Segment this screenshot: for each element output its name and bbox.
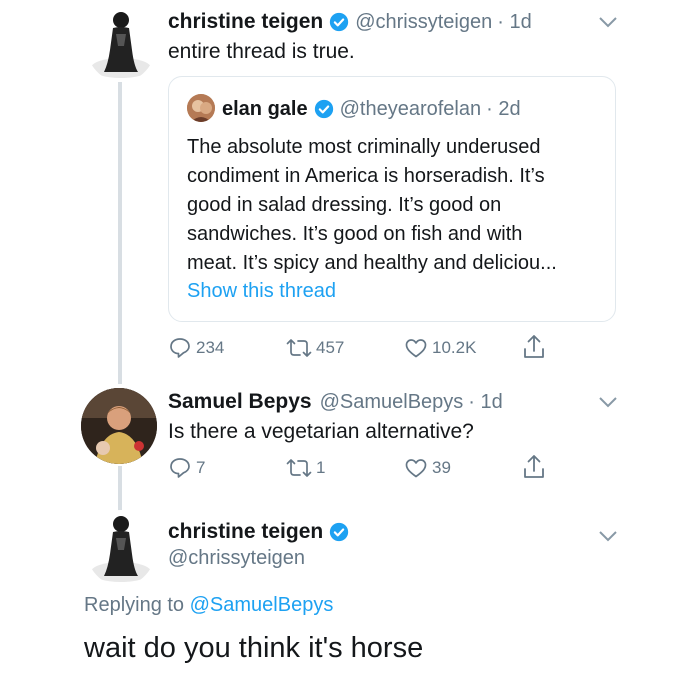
tweet1-text: entire thread is true. bbox=[168, 40, 355, 63]
avatar-samuel[interactable] bbox=[81, 388, 157, 464]
retweet-button[interactable]: 1 bbox=[286, 456, 325, 480]
tweet1-author-name[interactable]: christine teigen bbox=[168, 10, 323, 34]
reply-count: 7 bbox=[196, 458, 206, 477]
tweet2-author-name[interactable]: Samuel Bepys bbox=[168, 390, 312, 414]
avatar-christine[interactable] bbox=[86, 6, 156, 82]
retweet-icon bbox=[286, 339, 312, 357]
quote-timestamp: · 2d bbox=[486, 97, 521, 120]
chevron-down-icon[interactable] bbox=[598, 396, 618, 408]
share-button[interactable] bbox=[522, 454, 550, 480]
reply-count: 234 bbox=[196, 338, 225, 357]
thread-line-1 bbox=[118, 82, 122, 384]
replying-to: Replying to @SamuelBepys bbox=[84, 594, 333, 617]
share-icon bbox=[524, 335, 544, 358]
tweet2-header: Samuel Bepys @SamuelBepys · 1d bbox=[168, 388, 503, 416]
tweet3-header: christine teigen bbox=[168, 518, 355, 546]
retweet-count: 1 bbox=[316, 458, 326, 477]
reply-icon bbox=[170, 338, 190, 358]
reply-button[interactable]: 7 bbox=[168, 456, 205, 480]
avatar-christine[interactable] bbox=[86, 510, 156, 586]
like-count: 39 bbox=[432, 458, 451, 477]
replying-to-handle[interactable]: @SamuelBepys bbox=[190, 594, 334, 617]
share-button[interactable] bbox=[522, 334, 550, 360]
thread-line-2 bbox=[118, 466, 122, 512]
quote-author-handle: @theyearofelan bbox=[339, 97, 482, 120]
show-thread-link[interactable]: Show this thread bbox=[187, 280, 336, 303]
quote-line: The absolute most criminally underused bbox=[187, 136, 541, 158]
tweet2-text: Is there a vegetarian alternative? bbox=[168, 420, 474, 443]
quote-line: condiment in America is horseradish. It’… bbox=[187, 165, 545, 187]
chevron-down-icon[interactable] bbox=[598, 530, 618, 542]
chevron-down-icon[interactable] bbox=[598, 16, 618, 28]
tweet3-author-handle[interactable]: @chrissyteigen bbox=[168, 547, 305, 570]
tweet1-author-handle[interactable]: @chrissyteigen bbox=[355, 11, 492, 34]
quote-line: meat. It’s spicy and healthy and delicio… bbox=[187, 252, 557, 274]
tweet3-text: wait do you think it's horse bbox=[84, 632, 424, 664]
like-icon bbox=[405, 459, 427, 478]
quote-author-name: elan gale bbox=[222, 97, 308, 120]
quote-line: good in salad dressing. It’s good on bbox=[187, 194, 502, 216]
reply-button[interactable]: 234 bbox=[168, 336, 224, 360]
verified-badge-icon bbox=[330, 522, 349, 542]
like-icon bbox=[405, 339, 427, 358]
tweet2-author-handle[interactable]: @SamuelBepys bbox=[320, 391, 464, 414]
reply-icon bbox=[170, 458, 190, 478]
quote-line: sandwiches. It’s good on fish and with bbox=[187, 223, 523, 245]
like-button[interactable]: 39 bbox=[404, 456, 451, 480]
retweet-icon bbox=[286, 459, 312, 477]
share-icon bbox=[524, 455, 544, 478]
retweet-button[interactable]: 457 bbox=[286, 336, 344, 360]
quote-header: elan gale @theyearofelan · 2d bbox=[222, 96, 521, 122]
tweet1-timestamp[interactable]: · 1d bbox=[497, 11, 531, 34]
retweet-count: 457 bbox=[316, 338, 345, 357]
like-button[interactable]: 10.2K bbox=[404, 336, 476, 360]
tweet3-author-name[interactable]: christine teigen bbox=[168, 520, 323, 544]
avatar-elan[interactable] bbox=[187, 94, 215, 122]
like-count: 10.2K bbox=[432, 338, 477, 357]
replying-to-label: Replying to bbox=[84, 594, 190, 616]
quote-text: The absolute most criminally underused c… bbox=[187, 133, 557, 278]
tweet2-timestamp[interactable]: · 1d bbox=[468, 391, 502, 414]
verified-badge-icon bbox=[314, 99, 333, 119]
tweet1-header: christine teigen @chrissyteigen · 1d bbox=[168, 8, 532, 36]
verified-badge-icon bbox=[330, 12, 349, 32]
